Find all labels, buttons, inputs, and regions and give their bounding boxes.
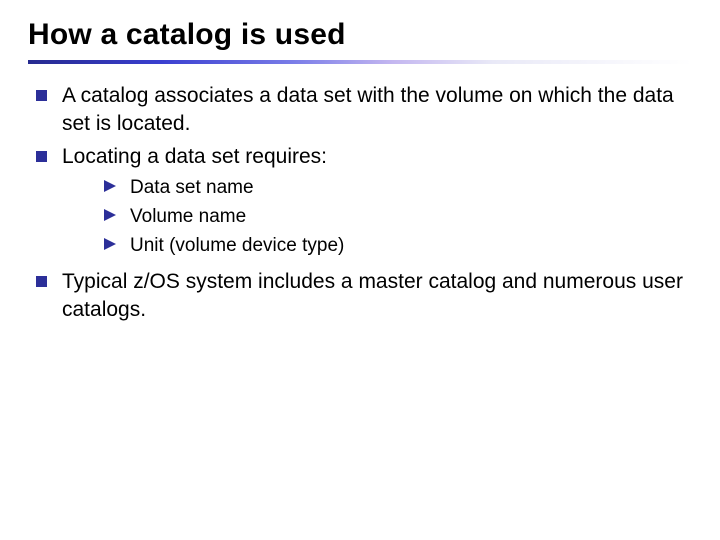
list-item: Volume name xyxy=(104,204,692,229)
slide-content: A catalog associates a data set with the… xyxy=(28,82,692,324)
bullet-list-level1: A catalog associates a data set with the… xyxy=(28,82,692,324)
title-divider xyxy=(28,60,692,64)
bullet-text: Data set name xyxy=(130,177,254,198)
list-item: Data set name xyxy=(104,175,692,200)
triangle-bullet-icon xyxy=(104,238,116,250)
square-bullet-icon xyxy=(36,151,47,162)
bullet-text: Locating a data set requires: xyxy=(62,145,327,168)
list-item: Typical z/OS system includes a master ca… xyxy=(28,268,692,323)
triangle-bullet-icon xyxy=(104,180,116,192)
bullet-list-level2: Data set name Volume name Unit (volume d… xyxy=(104,175,692,258)
list-item: Locating a data set requires: Data set n… xyxy=(28,143,692,258)
bullet-text: A catalog associates a data set with the… xyxy=(62,84,674,135)
bullet-text: Unit (volume device type) xyxy=(130,235,344,256)
slide: How a catalog is used A catalog associat… xyxy=(0,0,720,540)
slide-title: How a catalog is used xyxy=(28,18,692,52)
triangle-bullet-icon xyxy=(104,209,116,221)
list-item: A catalog associates a data set with the… xyxy=(28,82,692,137)
list-item: Unit (volume device type) xyxy=(104,233,692,258)
bullet-text: Typical z/OS system includes a master ca… xyxy=(62,270,683,321)
square-bullet-icon xyxy=(36,90,47,101)
square-bullet-icon xyxy=(36,276,47,287)
bullet-text: Volume name xyxy=(130,206,246,227)
